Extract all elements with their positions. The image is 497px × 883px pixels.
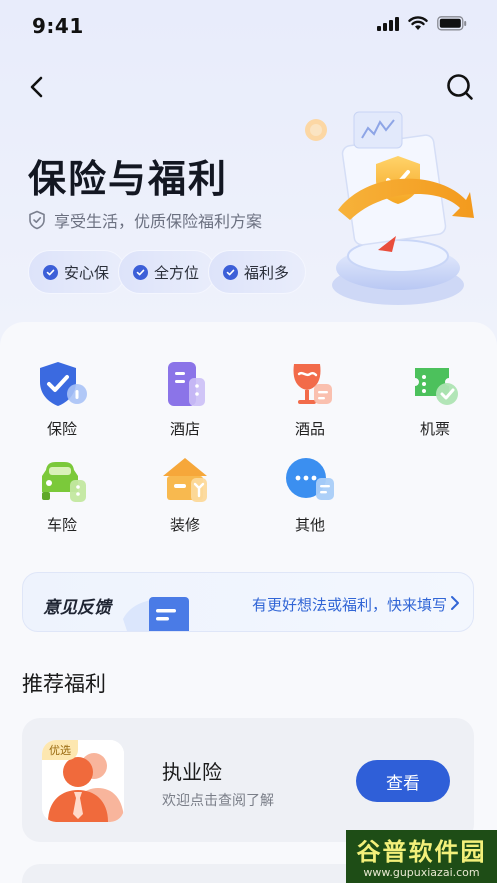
recommend-desc: 欢迎点击查阅了解: [162, 793, 274, 809]
wine-icon: [284, 360, 336, 408]
shield-check-icon: [36, 360, 88, 408]
page-subtitle: 享受生活，优质保险福利方案: [28, 208, 262, 232]
watermark-url: www.gupuxiazai.com: [363, 866, 480, 879]
status-time: 9:41: [32, 14, 84, 38]
feedback-title: 意见反馈: [43, 598, 111, 618]
shield-check-outline-icon: [29, 210, 45, 230]
category-item-other[interactable]: 其他: [270, 456, 350, 535]
category-item-insurance[interactable]: 保险: [22, 360, 102, 439]
site-watermark: 谷普软件园 www.gupuxiazai.com: [346, 830, 497, 883]
recommend-name: 执业险: [162, 760, 222, 784]
chevron-right-icon: [451, 596, 459, 610]
feature-tags: 安心保 全方位 福利多: [28, 250, 307, 294]
subtitle-text: 享受生活，优质保险福利方案: [54, 212, 263, 231]
recommend-card[interactable]: 优选 执业险 欢迎点击查阅了解 查看: [22, 718, 474, 842]
feature-tag-label: 全方位: [154, 263, 200, 282]
check-circle-icon: [223, 264, 239, 280]
feedback-banner[interactable]: 意见反馈 有更好想法或福利，快来填写: [22, 572, 474, 632]
category-item-decoration[interactable]: 装修: [145, 456, 225, 535]
feature-tag: 全方位: [118, 250, 217, 294]
category-item-ticket[interactable]: 机票: [395, 360, 475, 439]
battery-icon: [437, 16, 467, 31]
category-item-wine[interactable]: 酒品: [270, 360, 350, 439]
category-label: 装修: [169, 516, 200, 534]
category-label: 保险: [46, 420, 77, 438]
category-item-hotel[interactable]: 酒店: [145, 360, 225, 439]
chevron-left-icon: [30, 76, 43, 98]
search-button[interactable]: [445, 72, 475, 102]
recommend-thumbnail: 优选: [42, 740, 124, 822]
recommend-badge: 优选: [42, 740, 78, 760]
status-icons: [377, 16, 467, 31]
category-label: 酒店: [169, 420, 200, 438]
watermark-title: 谷普软件园: [356, 838, 487, 866]
check-circle-icon: [43, 264, 58, 280]
category-label: 酒品: [294, 420, 325, 438]
category-label: 机票: [419, 420, 450, 438]
page-title: 保险与福利: [28, 157, 229, 201]
chat-more-icon: [284, 456, 336, 504]
feature-tag: 安心保: [28, 250, 127, 294]
view-button[interactable]: 查看: [356, 760, 450, 802]
wifi-icon: [408, 16, 428, 31]
category-label: 车险: [46, 516, 77, 534]
status-bar: 9:41: [0, 0, 497, 50]
feature-tag-label: 福利多: [244, 263, 290, 282]
check-circle-icon: [133, 264, 149, 280]
category-label: 其他: [294, 516, 325, 534]
back-button[interactable]: [22, 72, 52, 102]
feature-tag-label: 安心保: [64, 263, 110, 282]
feedback-link[interactable]: 有更好想法或福利，快来填写: [252, 594, 447, 615]
ticket-icon: [409, 360, 461, 408]
section-title-recommend: 推荐福利: [22, 672, 106, 696]
category-item-car-insurance[interactable]: 车险: [22, 456, 102, 535]
hotel-icon: [159, 360, 211, 408]
document-icon: [123, 589, 201, 631]
search-icon: [447, 74, 473, 100]
cellular-signal-icon: [377, 16, 399, 31]
insurance-illustration: [288, 100, 488, 315]
car-icon: [36, 456, 88, 504]
house-tools-icon: [159, 456, 211, 504]
